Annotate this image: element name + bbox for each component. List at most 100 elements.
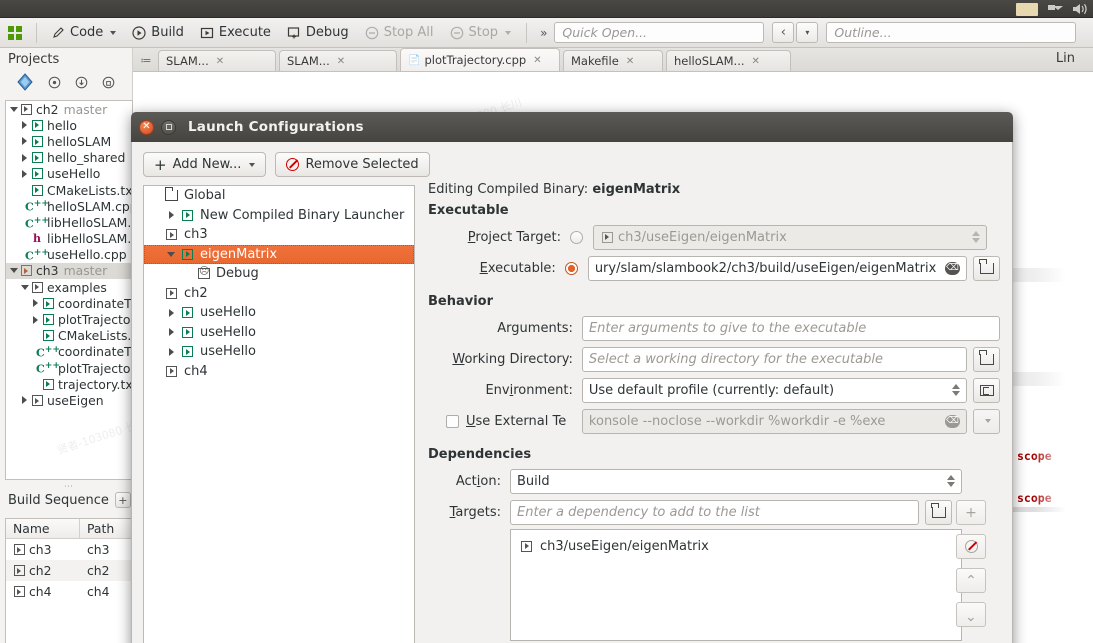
project-tree-row[interactable]: C++ coordinateTransform.cpp (6, 344, 132, 360)
launch-config-tree-row[interactable]: ch3 (144, 225, 414, 245)
project-tree-row[interactable]: useEigen (6, 392, 132, 408)
add-build-sequence-button[interactable]: + (114, 492, 131, 508)
apps-grid-icon[interactable] (8, 25, 22, 40)
list-item[interactable]: ch3/useEigen/eigenMatrix (511, 535, 961, 557)
expand-arrow-icon[interactable] (8, 268, 19, 274)
build-icon[interactable] (48, 76, 61, 89)
expand-arrow-icon[interactable] (19, 153, 30, 162)
launch-config-tree-row[interactable]: ch2 (144, 284, 414, 304)
expand-arrow-icon[interactable] (163, 211, 179, 220)
configure-icon[interactable] (102, 76, 115, 89)
project-tree-row[interactable]: CMakeLists.txt (6, 328, 132, 344)
expand-arrow-icon[interactable] (30, 315, 41, 324)
expand-arrow-icon[interactable] (163, 347, 179, 356)
outline-input[interactable]: Outline... (826, 22, 1077, 43)
launch-config-tree[interactable]: Global New Compiled Binary Launcher ch3 … (143, 185, 415, 643)
targets-browse-button[interactable] (925, 499, 952, 525)
toolbar-button-execute[interactable]: Execute (193, 21, 278, 44)
project-tree-row[interactable]: trajectory.txt (6, 376, 132, 392)
clear-icon[interactable]: ⌫ (945, 261, 960, 275)
move-up-button[interactable]: ⌃ (956, 568, 986, 593)
launch-config-tree-row[interactable]: eigenMatrix (144, 244, 414, 264)
expand-arrow-icon[interactable] (8, 106, 19, 112)
expand-arrow-icon[interactable] (19, 137, 30, 146)
project-tree-row[interactable]: C++ helloSLAM.cpp (6, 198, 132, 214)
terminal-command-input[interactable]: konsole --noclose --workdir %workdir -e … (581, 408, 967, 434)
toolbar-overflow-icon[interactable]: » (535, 26, 552, 40)
editor-tab-0[interactable]: SLAM... ✕ (158, 50, 276, 71)
table-row[interactable]: ch4 ch4 (6, 581, 132, 602)
project-tree-row[interactable]: coordinateTransform (6, 295, 132, 311)
project-tree-row[interactable]: ch2 master (6, 101, 132, 117)
project-tree-row[interactable]: C++ plotTrajectory.cpp (6, 360, 132, 376)
network-icon[interactable] (1047, 2, 1063, 16)
expand-arrow-icon[interactable] (163, 251, 179, 257)
spinner-icon[interactable] (966, 231, 980, 243)
remove-dependency-button[interactable] (956, 534, 986, 559)
navigate-back-button[interactable]: ‹ (772, 22, 795, 43)
install-icon[interactable] (75, 76, 88, 89)
use-external-terminal-checkbox[interactable] (446, 414, 459, 428)
project-tree-row[interactable]: h libHelloSLAM.h (6, 231, 132, 247)
working-directory-input[interactable]: Select a working directory for the execu… (581, 346, 967, 372)
maximize-icon[interactable] (161, 119, 176, 135)
use-external-terminal-control[interactable]: Use External Te (428, 414, 582, 429)
project-tree-row[interactable]: C++ libHelloSLAM.cpp (6, 214, 132, 231)
project-tree[interactable]: ch2 master hello helloSLAM hello_shared … (5, 100, 133, 480)
executable-browse-button[interactable] (973, 255, 1000, 281)
action-combo[interactable]: Build (510, 468, 962, 494)
project-target-combo[interactable]: ch3/useEigen/eigenMatrix (593, 224, 987, 250)
add-new-button[interactable]: + Add New... (143, 152, 267, 177)
clear-icon[interactable]: ⌫ (945, 414, 960, 428)
tab-list-icon[interactable]: ≔ (137, 49, 155, 71)
move-down-button[interactable]: ⌃ (956, 602, 986, 627)
environment-combo[interactable]: Use default profile (currently: default) (581, 377, 967, 403)
working-directory-browse-button[interactable] (973, 346, 1000, 372)
project-tree-row[interactable]: plotTrajectory (6, 311, 132, 327)
launch-config-tree-row[interactable]: ch4 (144, 362, 414, 382)
close-icon[interactable]: ✕ (337, 56, 345, 67)
tray-cup-icon[interactable] (1016, 2, 1038, 16)
expand-arrow-icon[interactable] (19, 396, 30, 405)
close-icon[interactable]: ✕ (533, 55, 541, 66)
project-tree-row[interactable]: hello (6, 117, 132, 133)
close-icon[interactable]: ✕ (139, 119, 154, 135)
launch-config-tree-row[interactable]: Debug (144, 264, 414, 284)
project-tree-row[interactable]: examples (6, 279, 132, 295)
project-tree-row[interactable]: C++ useHello.cpp (6, 247, 132, 263)
executable-radio[interactable] (564, 261, 578, 275)
launch-config-tree-row[interactable]: New Compiled Binary Launcher (144, 206, 414, 226)
toolbar-button-stop[interactable]: Stop (443, 21, 519, 44)
project-target-radio[interactable] (570, 230, 583, 244)
close-icon[interactable]: ✕ (626, 56, 634, 67)
launch-config-tree-row[interactable]: useHello (144, 342, 414, 362)
editor-tab-4[interactable]: helloSLAM... ✕ (666, 50, 791, 71)
add-dependency-button[interactable]: + (956, 500, 986, 525)
close-icon[interactable]: ✕ (752, 56, 760, 67)
editor-tab-3[interactable]: Makefile ✕ (563, 50, 663, 71)
project-tree-row[interactable]: hello_shared (6, 150, 132, 166)
terminal-command-dropdown-button[interactable] (973, 408, 1000, 434)
project-tree-row[interactable]: ch3 master (6, 262, 132, 280)
toolbar-button-build[interactable]: Build (125, 21, 191, 44)
expand-arrow-icon[interactable] (30, 299, 41, 308)
targets-input[interactable]: Enter a dependency to add to the list (510, 499, 919, 525)
panel-splitter[interactable]: ⋯ (5, 482, 133, 492)
close-icon[interactable]: ✕ (216, 56, 224, 67)
table-row[interactable]: ch3 ch3 (6, 539, 132, 560)
spinner-icon[interactable] (941, 475, 955, 487)
launch-config-tree-row[interactable]: useHello (144, 303, 414, 323)
editor-tab-1[interactable]: SLAM... ✕ (279, 50, 397, 71)
volume-icon[interactable] (1072, 2, 1089, 16)
project-tree-row[interactable]: CMakeLists.txt (6, 182, 132, 198)
quick-open-input[interactable]: Quick Open... (554, 22, 765, 43)
navigate-dropdown-button[interactable]: ▾ (796, 22, 819, 43)
spinner-icon[interactable] (946, 384, 960, 396)
project-tree-row[interactable]: helloSLAM (6, 133, 132, 149)
toolbar-button-debug[interactable]: Debug (280, 21, 356, 44)
remove-selected-button[interactable]: Remove Selected (275, 152, 430, 177)
environment-edit-button[interactable] (973, 377, 1000, 403)
editor-tab-2[interactable]: 📄 plotTrajectory.cpp ✕ (400, 48, 560, 71)
project-manager-icon[interactable] (16, 73, 34, 91)
toolbar-button-stop-all[interactable]: Stop All (358, 21, 441, 44)
